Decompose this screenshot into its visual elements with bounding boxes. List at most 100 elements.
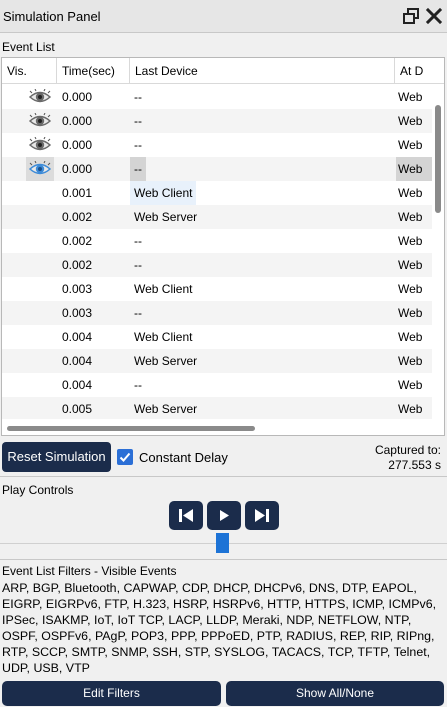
time-cell: 0.000 xyxy=(62,162,93,176)
last-device-cell: Web Client xyxy=(130,181,197,205)
column-header-vis[interactable]: Vis. xyxy=(2,58,57,84)
event-list-label: Event List xyxy=(2,40,55,54)
skip-to-end-icon xyxy=(255,509,269,522)
constant-delay-label: Constant Delay xyxy=(139,450,228,465)
time-cell: 0.005 xyxy=(62,402,93,416)
visibility-cell[interactable] xyxy=(26,133,54,157)
table-row[interactable]: 0.004 Web Server Web xyxy=(2,349,432,373)
captured-to-value: 277.553 s xyxy=(388,458,441,472)
last-device-cell: -- xyxy=(134,306,142,320)
edit-filters-button[interactable]: Edit Filters xyxy=(2,681,221,706)
eye-icon xyxy=(29,113,51,127)
time-cell: 0.004 xyxy=(62,354,93,368)
restore-window-icon[interactable] xyxy=(402,7,420,25)
checkmark-icon xyxy=(119,452,131,462)
visible-events-list: ARP, BGP, Bluetooth, CAPWAP, CDP, DHCP, … xyxy=(2,581,437,675)
column-header-time[interactable]: Time(sec) xyxy=(57,58,130,84)
play-button[interactable] xyxy=(207,501,241,530)
show-all-none-button[interactable]: Show All/None xyxy=(226,681,444,706)
at-device-cell: Web xyxy=(398,258,423,272)
at-device-cell: Web xyxy=(398,330,423,344)
eye-icon xyxy=(29,89,51,103)
visibility-cell[interactable] xyxy=(26,325,54,349)
last-device-cell: -- xyxy=(134,258,142,272)
table-row[interactable]: 0.002 -- Web xyxy=(2,229,432,253)
visibility-cell[interactable] xyxy=(26,349,54,373)
column-header-last-device[interactable]: Last Device xyxy=(130,58,395,84)
last-device-cell: -- xyxy=(130,157,146,181)
vertical-scrollbar[interactable] xyxy=(432,85,444,419)
last-device-cell: -- xyxy=(134,138,142,152)
table-row[interactable]: 0.002 Web Server Web xyxy=(2,205,432,229)
visibility-cell[interactable] xyxy=(26,181,54,205)
eye-icon xyxy=(29,137,51,151)
last-device-cell: Web Server xyxy=(134,354,198,368)
visibility-cell[interactable] xyxy=(26,373,54,397)
last-device-cell: -- xyxy=(134,90,142,104)
table-header: Vis. Time(sec) Last Device At D xyxy=(2,58,444,84)
constant-delay-checkbox[interactable] xyxy=(117,449,133,465)
table-row[interactable]: 0.003 Web Client Web xyxy=(2,277,432,301)
close-icon[interactable] xyxy=(425,7,443,25)
at-device-cell: Web xyxy=(398,306,423,320)
column-header-at-device[interactable]: At D xyxy=(395,58,444,84)
time-cell: 0.000 xyxy=(62,138,93,152)
vertical-scroll-thumb[interactable] xyxy=(435,105,441,213)
at-device-cell: Web xyxy=(398,378,423,392)
at-device-cell: Web xyxy=(396,157,432,181)
at-device-cell: Web xyxy=(398,402,423,416)
timeline-slider-thumb[interactable] xyxy=(216,533,229,553)
panel-title: Simulation Panel xyxy=(3,9,101,24)
skip-to-end-button[interactable] xyxy=(245,501,279,530)
table-row[interactable]: 0.000 -- Web xyxy=(2,157,432,181)
last-device-cell: Web Client xyxy=(134,282,193,296)
play-controls-label: Play Controls xyxy=(2,483,74,497)
at-device-cell: Web xyxy=(398,210,423,224)
table-row[interactable]: 0.004 Web Client Web xyxy=(2,325,432,349)
panel-titlebar: Simulation Panel xyxy=(0,0,447,33)
reset-simulation-button[interactable]: Reset Simulation xyxy=(2,442,111,472)
event-filters-label: Event List Filters - Visible Events xyxy=(2,564,177,578)
table-row[interactable]: 0.001 Web Client Web xyxy=(2,181,432,205)
table-row[interactable]: 0.000 -- Web xyxy=(2,133,432,157)
table-row[interactable]: 0.004 -- Web xyxy=(2,373,432,397)
visibility-cell[interactable] xyxy=(26,253,54,277)
visibility-cell[interactable] xyxy=(26,301,54,325)
at-device-cell: Web xyxy=(398,234,423,248)
last-device-cell: Web Server xyxy=(134,210,198,224)
horizontal-scrollbar[interactable] xyxy=(2,419,444,435)
skip-to-start-icon xyxy=(179,509,193,522)
visibility-cell[interactable] xyxy=(26,205,54,229)
visibility-cell[interactable] xyxy=(26,109,54,133)
table-row[interactable]: 0.003 -- Web xyxy=(2,301,432,325)
at-device-cell: Web xyxy=(398,354,423,368)
table-row[interactable]: 0.000 -- Web xyxy=(2,85,432,109)
time-cell: 0.002 xyxy=(62,234,93,248)
horizontal-scroll-thumb[interactable] xyxy=(7,426,255,431)
time-cell: 0.000 xyxy=(62,114,93,128)
at-device-cell: Web xyxy=(398,282,423,296)
table-row[interactable]: 0.005 Web Server Web xyxy=(2,397,432,419)
at-device-cell: Web xyxy=(398,138,423,152)
table-row[interactable]: 0.002 -- Web xyxy=(2,253,432,277)
visibility-cell[interactable] xyxy=(26,157,54,181)
visibility-cell[interactable] xyxy=(26,85,54,109)
play-icon xyxy=(220,510,229,521)
at-device-cell: Web xyxy=(398,90,423,104)
time-cell: 0.004 xyxy=(62,378,93,392)
visibility-cell[interactable] xyxy=(26,277,54,301)
time-cell: 0.003 xyxy=(62,282,93,296)
divider xyxy=(0,476,447,477)
skip-to-start-button[interactable] xyxy=(169,501,203,530)
at-device-cell: Web xyxy=(398,114,423,128)
captured-to-label: Captured to: xyxy=(374,443,441,457)
table-row[interactable]: 0.000 -- Web xyxy=(2,109,432,133)
last-device-cell: Web Client xyxy=(134,330,193,344)
time-cell: 0.000 xyxy=(62,90,93,104)
visibility-cell[interactable] xyxy=(26,229,54,253)
last-device-cell: -- xyxy=(134,234,142,248)
visibility-cell[interactable] xyxy=(26,397,54,419)
captured-to-readout: Captured to: 277.553 s xyxy=(375,443,441,473)
eye-icon xyxy=(29,161,51,175)
time-cell: 0.002 xyxy=(62,258,93,272)
